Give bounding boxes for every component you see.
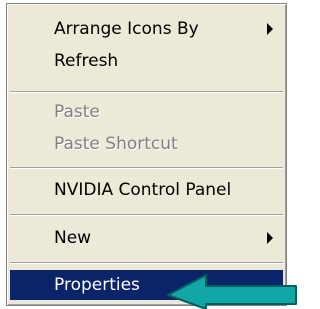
menu-item-label: Paste Shortcut (54, 134, 178, 154)
menu-item-label: New (54, 228, 92, 248)
menu-item-label: Arrange Icons By (54, 19, 199, 39)
menu-item-refresh[interactable]: Refresh (10, 46, 283, 76)
menu-item-label: NVIDIA Control Panel (54, 180, 232, 200)
menu-item-new[interactable]: New (10, 223, 283, 253)
submenu-arrow-icon (267, 232, 273, 244)
submenu-arrow-icon (267, 23, 273, 35)
menu-item-label: Properties (54, 275, 140, 295)
menu-item-nvidia-control-panel[interactable]: NVIDIA Control Panel (10, 175, 283, 205)
menu-item-label: Paste (54, 102, 100, 122)
menu-item-paste: Paste (10, 97, 283, 127)
menu-item-paste-shortcut: Paste Shortcut (10, 129, 283, 159)
menu-separator (10, 167, 283, 169)
desktop-context-menu: Arrange Icons By Refresh Paste Paste Sho… (6, 3, 287, 306)
menu-item-properties[interactable]: Properties (10, 270, 283, 300)
menu-item-label: Refresh (54, 51, 119, 71)
menu-separator (10, 91, 283, 93)
menu-separator (10, 262, 283, 264)
menu-item-arrange-icons-by[interactable]: Arrange Icons By (10, 14, 283, 44)
menu-separator (10, 214, 283, 216)
